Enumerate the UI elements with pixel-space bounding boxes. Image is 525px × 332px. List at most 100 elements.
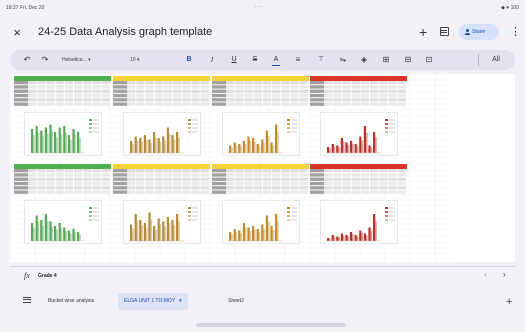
text-color-button[interactable]: A [271,50,281,70]
table-cell [154,169,163,173]
spreadsheet-grid[interactable] [10,74,515,262]
chart-bar [370,147,373,153]
data-table[interactable] [212,81,309,107]
table-cell [342,169,351,173]
font-family-label: Helvetica... [62,57,87,63]
data-block [113,164,210,248]
tab-bucket-wise-analysis[interactable]: Bucket wise analysis [42,293,100,310]
table-cell [360,186,370,190]
table-cell [74,186,83,190]
chart-bar [265,215,268,241]
table-cell [136,93,145,98]
embedded-bar-chart[interactable] [24,200,102,244]
data-table[interactable] [310,81,407,107]
tab-sheet2[interactable]: Sheet2 [222,293,250,310]
table-cell [55,81,64,85]
borders-icon[interactable]: ⊞ [381,50,391,70]
table-cell [191,186,200,190]
add-sheet-button[interactable]: + [506,295,512,309]
formula-bar[interactable]: fx Grade 4 ‹ › [10,266,515,286]
strikethrough-button[interactable]: S [250,50,260,70]
all-formats-button[interactable]: All [488,50,504,70]
underline-button[interactable]: U [229,50,239,70]
redo-icon[interactable]: ↷ [40,50,50,70]
data-table[interactable] [14,169,111,195]
legend-label [291,123,297,125]
legend-label [192,211,198,213]
data-table[interactable] [113,81,210,107]
chart-bar [245,227,247,241]
chart-bar [238,230,241,241]
formula-value[interactable]: Grade 4 [38,273,57,279]
data-table[interactable] [310,169,407,195]
italic-button[interactable]: I [207,50,217,70]
comments-icon[interactable] [440,27,449,36]
table-cell [154,102,163,106]
table-cell [226,89,235,93]
embedded-bar-chart[interactable] [24,112,102,156]
embedded-bar-chart[interactable] [320,200,398,244]
font-family-dropdown[interactable]: Helvetica... ▾ [62,50,124,70]
share-button[interactable]: Share [459,24,499,40]
table-cell [191,169,200,173]
bold-button[interactable]: B [184,50,194,70]
embedded-bar-chart[interactable] [320,112,398,156]
merge-cells-icon[interactable]: ⊟ [403,50,413,70]
data-table[interactable] [14,81,111,107]
table-cell [333,169,342,173]
data-table[interactable] [212,169,309,195]
table-cell [173,190,182,194]
legend-swatch [287,215,290,217]
table-cell [113,186,127,190]
chart-bar [65,230,67,241]
chart-bar [235,145,238,153]
data-table[interactable] [113,169,210,195]
chart-bar [40,220,43,241]
add-button[interactable]: + [419,24,427,40]
font-size-dropdown[interactable]: 10 ▾ [130,50,164,70]
close-button[interactable]: × [10,25,24,41]
table-cell [272,93,281,98]
chevron-right-icon[interactable]: › [503,270,506,279]
table-cell [351,169,360,173]
horizontal-align-icon[interactable]: ≡ [293,50,303,70]
fill-color-icon[interactable]: ◈ [359,50,369,70]
chart-bar [363,126,366,153]
embedded-bar-chart[interactable] [123,112,201,156]
embedded-bar-chart[interactable] [222,112,300,156]
legend-swatch [287,123,290,125]
embedded-bar-chart[interactable] [222,200,300,244]
all-sheets-menu-icon[interactable] [23,297,31,303]
insert-column-icon[interactable]: ⊡ [424,50,434,70]
table-cell [272,169,281,173]
text-wrap-icon[interactable]: ⇋ [338,50,348,70]
table-cell [370,81,379,85]
embedded-bar-chart[interactable] [123,200,201,244]
undo-icon[interactable]: ↶ [22,50,32,70]
chart-bar [356,146,359,153]
table-cell [191,89,200,93]
chart-bar [275,124,278,153]
table-cell [226,102,235,106]
document-title[interactable]: 24-25 Data Analysis graph template [38,26,212,38]
chart-bar [277,131,279,153]
table-cell [191,98,200,102]
vertical-align-icon[interactable]: ⊤ [315,50,327,70]
chart-bar [240,146,242,153]
legend-label [192,207,198,209]
more-options-button[interactable]: ⋮ [510,25,521,39]
table-cell [235,186,244,190]
chevron-left-icon[interactable]: ‹ [484,270,487,279]
table-cell [235,102,244,106]
table-cell [191,93,200,98]
chart-bar [366,132,368,153]
table-cell [83,173,92,177]
legend-swatch [188,207,191,209]
chart-bar [238,144,241,153]
table-cell [154,190,163,194]
table-cell [253,190,262,194]
chart-bar [176,214,179,241]
table-cell [74,89,83,93]
table-cell [212,85,226,89]
tab-elga-unit-1-to-moy[interactable]: ELGA UNIT 1 TO MOY ▾ [118,293,188,310]
